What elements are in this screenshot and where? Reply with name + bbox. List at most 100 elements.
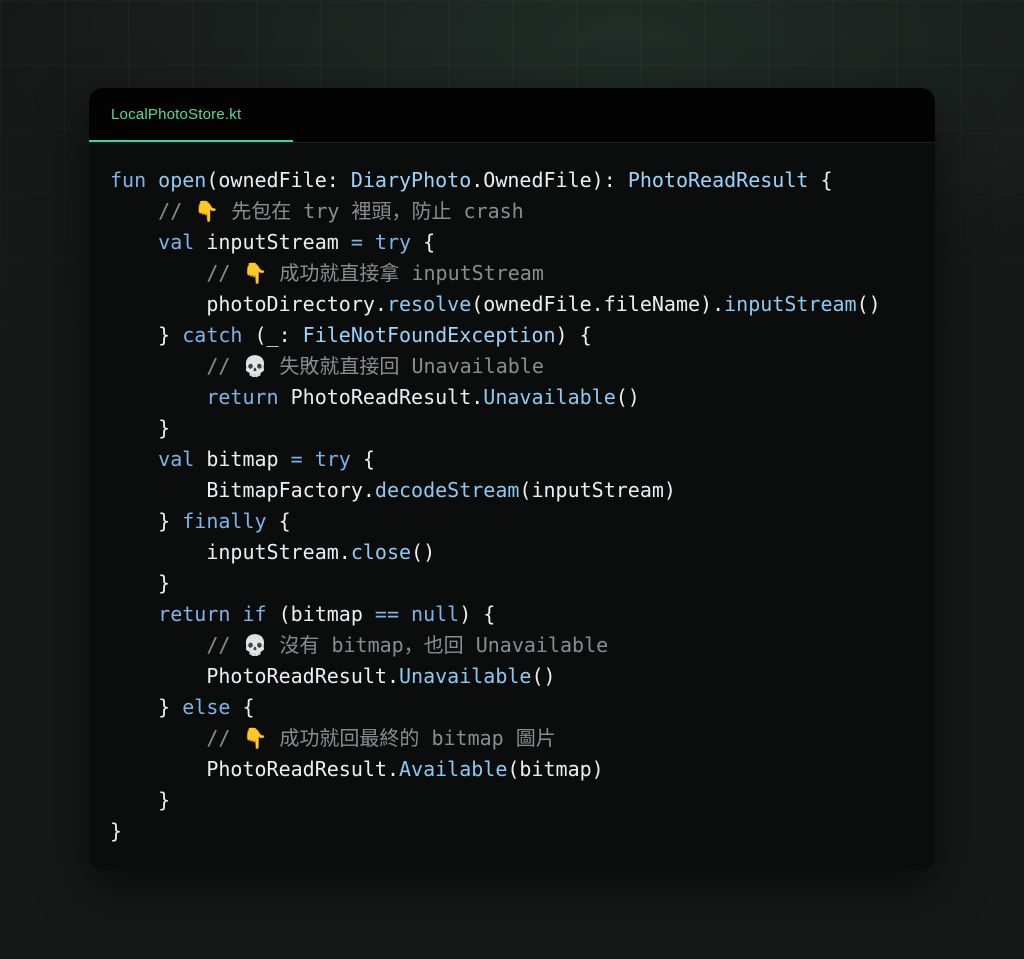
code-token: // <box>206 633 243 657</box>
code-line: return PhotoReadResult.Unavailable() <box>110 382 930 413</box>
code-line: val bitmap = try { <box>110 444 930 475</box>
code-token: Available <box>398 757 508 781</box>
code-token: inputStream. <box>110 540 351 564</box>
code-line: } catch (_: FileNotFoundException) { <box>110 320 930 351</box>
code-token: = try <box>290 447 363 471</box>
code-token: Unavailable <box>398 664 532 688</box>
code-token: (ownedFile.fileName). <box>471 292 725 316</box>
code-token: (bitmap <box>278 602 375 626</box>
code-line: return if (bitmap == null) { <box>110 599 930 630</box>
code-token: { <box>278 509 291 533</box>
code-token: // <box>206 261 243 285</box>
code-token: Unavailable <box>483 385 616 409</box>
code-line: photoDirectory.resolve(ownedFile.fileNam… <box>110 289 930 320</box>
code-token: == null <box>374 602 460 626</box>
code-token: DiaryPhoto <box>350 168 472 192</box>
code-token: val <box>158 230 207 254</box>
code-token: ) { <box>555 323 592 347</box>
code-token: bitmap <box>206 447 291 471</box>
code-token: (_: <box>254 323 303 347</box>
code-window: LocalPhotoStore.kt fun open(ownedFile: D… <box>89 88 935 870</box>
code-line: // 💀 沒有 bitmap，也回 Unavailable <box>110 630 930 661</box>
code-token: () <box>856 292 881 316</box>
code-token: FileNotFoundException <box>302 323 556 347</box>
code-token: photoDirectory. <box>110 292 387 316</box>
code-token: () <box>411 540 436 564</box>
code-line: // 👇 先包在 try 裡頭，防止 crash <box>110 196 930 227</box>
code-line: } <box>110 816 930 847</box>
code-token: PhotoReadResult. <box>110 757 399 781</box>
code-token: } <box>110 509 183 533</box>
code-line: fun open(ownedFile: DiaryPhoto.OwnedFile… <box>110 165 930 196</box>
code-token: 先包在 try 裡頭，防止 crash <box>219 199 524 223</box>
code-token: } <box>110 323 183 347</box>
code-line: } <box>110 785 930 816</box>
code-block[interactable]: fun open(ownedFile: DiaryPhoto.OwnedFile… <box>110 165 930 847</box>
code-line: // 💀 失敗就直接回 Unavailable <box>110 351 930 382</box>
code-line: val inputStream = try { <box>110 227 930 258</box>
code-token: 成功就直接拿 inputStream <box>267 261 544 285</box>
emoji-icon: 👇 <box>242 261 268 285</box>
code-token: finally <box>182 509 279 533</box>
tab-label: LocalPhotoStore.kt <box>111 105 242 123</box>
emoji-icon: 💀 <box>242 354 268 378</box>
code-line: // 👇 成功就回最終的 bitmap 圖片 <box>110 723 930 754</box>
code-line: BitmapFactory.decodeStream(inputStream) <box>110 475 930 506</box>
code-token: { <box>242 695 255 719</box>
code-token: // <box>206 354 243 378</box>
code-token: PhotoReadResult. <box>290 385 484 409</box>
code-token: } <box>110 788 171 812</box>
code-token: { <box>423 230 436 254</box>
code-token: return if <box>158 602 279 626</box>
code-token: } <box>110 571 171 595</box>
emoji-icon: 👇 <box>194 199 220 223</box>
code-line: } <box>110 413 930 444</box>
code-line: PhotoReadResult.Available(bitmap) <box>110 754 930 785</box>
code-line: } <box>110 568 930 599</box>
code-token: // <box>158 199 195 223</box>
code-line: } else { <box>110 692 930 723</box>
code-token: { <box>808 168 833 192</box>
code-token: open <box>158 168 207 192</box>
code-token: inputStream <box>206 230 351 254</box>
code-token: } <box>110 695 183 719</box>
code-token: ) { <box>459 602 496 626</box>
code-token: (inputStream) <box>519 478 676 502</box>
code-token: = try <box>350 230 424 254</box>
code-token: decodeStream <box>374 478 520 502</box>
code-token: inputStream <box>724 292 857 316</box>
code-token: catch <box>182 323 255 347</box>
code-token: 沒有 bitmap，也回 Unavailable <box>267 633 609 657</box>
code-token: BitmapFactory. <box>110 478 375 502</box>
code-token: // <box>206 726 243 750</box>
code-token: close <box>350 540 412 564</box>
code-line: PhotoReadResult.Unavailable() <box>110 661 930 692</box>
code-token: () <box>615 385 640 409</box>
code-line: } finally { <box>110 506 930 537</box>
code-line: // 👇 成功就直接拿 inputStream <box>110 258 930 289</box>
tab-localphotostore[interactable]: LocalPhotoStore.kt <box>89 88 293 142</box>
code-token: val <box>158 447 207 471</box>
code-token: else <box>182 695 243 719</box>
code-token: } <box>110 819 123 843</box>
emoji-icon: 💀 <box>242 633 268 657</box>
code-token: .OwnedFile): <box>471 168 628 192</box>
code-token: 失敗就直接回 Unavailable <box>267 354 544 378</box>
code-token: PhotoReadResult <box>627 168 809 192</box>
code-token: return <box>206 385 291 409</box>
code-token: { <box>362 447 375 471</box>
code-token: (ownedFile: <box>206 168 351 192</box>
code-token: PhotoReadResult. <box>110 664 399 688</box>
code-line: inputStream.close() <box>110 537 930 568</box>
code-token: (bitmap) <box>507 757 604 781</box>
emoji-icon: 👇 <box>242 726 268 750</box>
